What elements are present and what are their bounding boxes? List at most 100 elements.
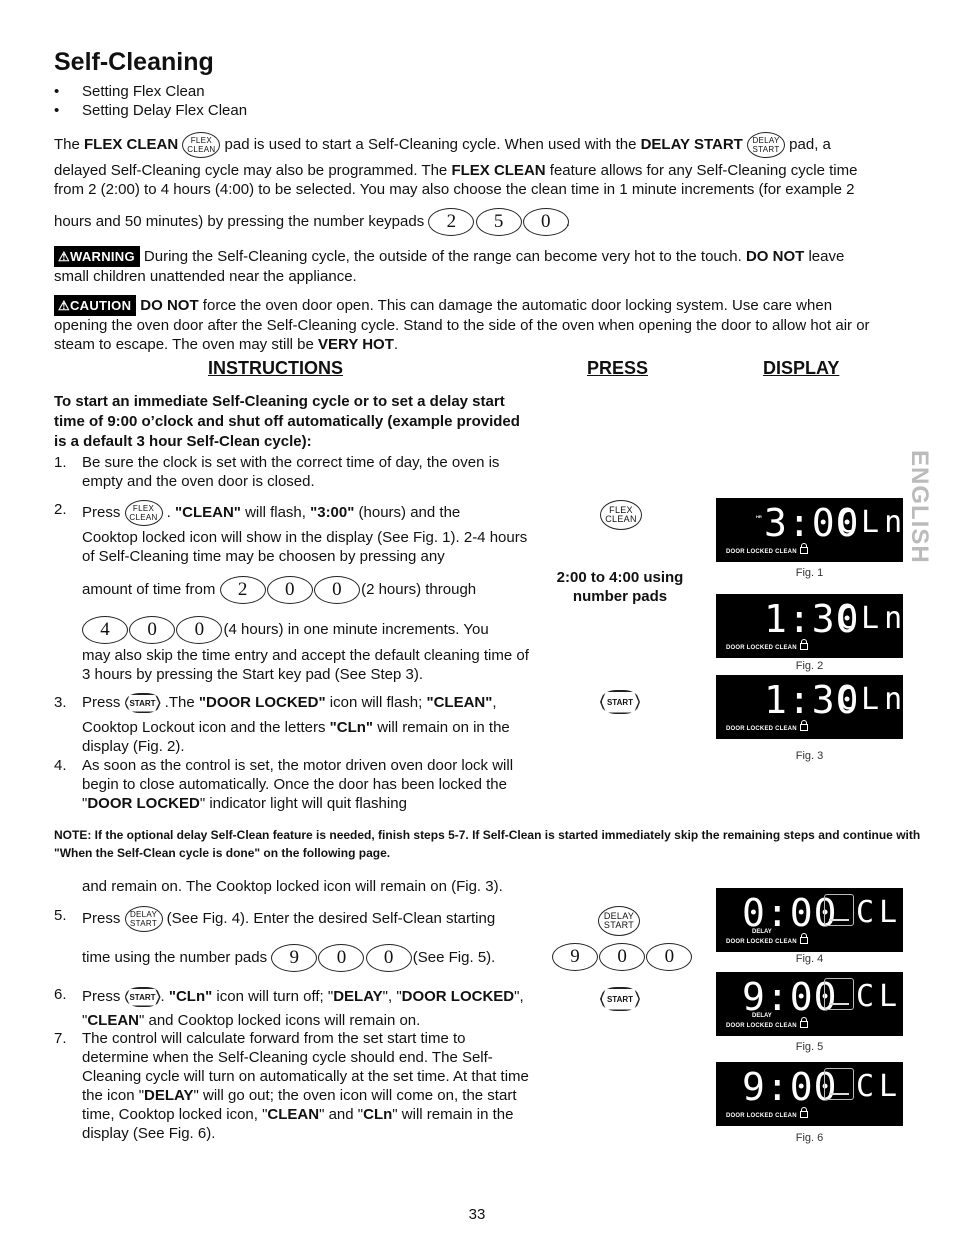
display-status: DOOR LOCKED CLEAN (726, 933, 808, 945)
page-number: 33 (468, 1206, 486, 1223)
delay-start-pad-icon: DELAY START (747, 132, 786, 158)
warning-triangle-icon: ⚠ (58, 249, 70, 264)
key-2-icon: 2 (219, 576, 266, 604)
press-flex-clean: FLEX CLEAN (600, 500, 642, 530)
start-pad-icon: START (600, 690, 640, 714)
warning-badge: ⚠WARNING (54, 246, 140, 267)
lock-icon (799, 720, 808, 731)
step-5-keys: time using the number pads 9 0 0 (See Fi… (54, 944, 534, 972)
delay-start-pad-icon: DELAY START (598, 906, 640, 936)
key-0-icon: 0 (313, 576, 360, 604)
lock-icon (799, 1017, 808, 1028)
lock-icon (799, 1107, 808, 1118)
key-2-icon: 2 (428, 208, 475, 236)
press-start-2: START (600, 987, 640, 1011)
key-0-icon: 0 (266, 576, 313, 604)
warning-notice: ⚠WARNING During the Self-Cleaning cycle, … (54, 246, 845, 285)
display-mode: CLn (838, 601, 908, 636)
display-status: DOOR LOCKED CLEAN (726, 639, 808, 651)
step-3: 3. Press START .The "DOOR LOCKED" icon w… (54, 693, 534, 714)
display-mode: CLn (856, 895, 926, 930)
fig-caption: Fig. 4 (795, 953, 824, 965)
oven-indicator-icon (824, 894, 854, 926)
step-6: 6. Press START. "CLn" icon will turn off… (54, 986, 524, 1029)
display-fig-4: 0:00 CLn DELAY DOOR LOCKED CLEAN (716, 888, 920, 952)
display-status: DOOR LOCKED CLEAN (726, 543, 808, 555)
step-2-detail: Cooktop locked icon will show in the dis… (82, 529, 528, 565)
step-5: 5. Press DELAY START (See Fig. 4). Enter … (54, 906, 534, 932)
key-0-icon: 0 (599, 943, 646, 971)
heading-press: PRESS (587, 358, 649, 378)
oven-indicator-icon (824, 978, 854, 1010)
flex-clean-pad-icon: FLEX CLEAN (182, 132, 221, 158)
press-delay-start: DELAY START (598, 906, 640, 936)
start-pad-icon: START (600, 987, 640, 1011)
step-2: 2. Press FLEX CLEAN . "CLEAN" will flash,… (54, 500, 534, 526)
display-fig-1: HR 3:00 CLn DOOR LOCKED CLEAN (716, 498, 903, 562)
page-title: Self-Cleaning (54, 48, 214, 76)
language-side-tab: ENGLISH (906, 450, 933, 564)
fig-caption: Fig. 6 (795, 1132, 824, 1144)
press-range-text: 2:00 to 4:00 using number pads (556, 569, 684, 605)
step-4-continued: and remain on. The Cooktop locked icon w… (82, 878, 503, 895)
key-0-icon: 0 (365, 944, 412, 972)
key-0-icon: 0 (646, 943, 693, 971)
step-2-tail: may also skip the time entry and accept … (82, 647, 529, 683)
press-number-keys: 9 0 0 (552, 943, 693, 971)
display-mode: CLn (856, 1069, 926, 1104)
step-2-keys-2: 4 0 0 (4 hours) in one minute increments… (54, 616, 534, 644)
key-9-icon: 9 (271, 944, 318, 972)
step-2-keys-1: amount of time from 2 0 0 (2 hours) thro… (54, 576, 534, 604)
lock-icon (799, 543, 808, 554)
step-1: 1. Be sure the clock is set with the corr… (54, 454, 500, 490)
key-0-icon: 0 (129, 616, 176, 644)
start-pad-icon: START (124, 987, 161, 1008)
key-5-icon: 5 (475, 208, 522, 236)
display-mode: CLn (856, 979, 926, 1014)
intro-line-1: The FLEX CLEAN FLEX CLEAN pad is used to … (54, 132, 914, 158)
display-mode: CLn (838, 682, 908, 717)
instructions-intro: To start an immediate Self-Cleaning cycl… (54, 393, 520, 450)
key-9-icon: 9 (552, 943, 598, 971)
step-7: 7. The control will calculate forward fr… (54, 1030, 529, 1142)
topic-item: Setting Flex Clean (54, 82, 247, 101)
note-text: NOTE: If the optional delay Self-Clean f… (54, 828, 921, 860)
key-0-icon: 0 (176, 616, 223, 644)
flex-clean-pad-icon: FLEX CLEAN (124, 500, 163, 526)
heading-display: DISPLAY (763, 358, 840, 378)
delay-indicator: DELAY (752, 1013, 772, 1019)
caution-triangle-icon: ⚠ (58, 298, 70, 313)
key-0-icon: 0 (522, 208, 569, 236)
display-fig-3: 1:30 CLn DOOR LOCKED CLEAN (716, 675, 903, 739)
fig-caption: Fig. 2 (795, 660, 824, 672)
heading-instructions: INSTRUCTIONS (208, 358, 343, 378)
step-3-detail: Cooktop Lockout icon and the letters "CL… (82, 719, 510, 755)
step-4: 4. As soon as the control is set, the mo… (54, 757, 514, 812)
display-fig-6: 9:00 CLn DOOR LOCKED CLEAN (716, 1062, 920, 1126)
flex-clean-pad-icon: FLEX CLEAN (600, 500, 642, 530)
delay-start-pad-icon: DELAY START (124, 906, 163, 932)
start-pad-icon: START (124, 693, 161, 714)
lock-icon (799, 933, 808, 944)
topic-list: Setting Flex Clean Setting Delay Flex Cl… (54, 82, 247, 120)
fig-caption: Fig. 3 (795, 750, 824, 762)
oven-indicator-icon (824, 1068, 854, 1100)
intro-line-2: delayed Self-Cleaning cycle may also be … (54, 162, 858, 198)
caution-notice: ⚠CAUTION DO NOT force the oven door open.… (54, 295, 870, 353)
display-fig-5: 9:00 CLn DELAY DOOR LOCKED CLEAN (716, 972, 920, 1036)
lock-icon (799, 639, 808, 650)
display-status: DOOR LOCKED CLEAN (726, 1107, 808, 1119)
topic-item: Setting Delay Flex Clean (54, 101, 247, 120)
display-mode: CLn (838, 505, 908, 540)
display-status: DOOR LOCKED CLEAN (726, 720, 808, 732)
fig-caption: Fig. 1 (795, 567, 824, 579)
caution-badge: ⚠CAUTION (54, 295, 137, 316)
intro-line-4: hours and 50 minutes) by pressing the nu… (54, 208, 914, 236)
display-status: DOOR LOCKED CLEAN (726, 1017, 808, 1029)
press-start: START (600, 690, 640, 714)
key-0-icon: 0 (318, 944, 365, 972)
display-fig-2: 1:30 CLn DOOR LOCKED CLEAN (716, 594, 903, 658)
fig-caption: Fig. 5 (795, 1041, 824, 1053)
key-4-icon: 4 (82, 616, 128, 644)
delay-indicator: DELAY (752, 929, 772, 935)
